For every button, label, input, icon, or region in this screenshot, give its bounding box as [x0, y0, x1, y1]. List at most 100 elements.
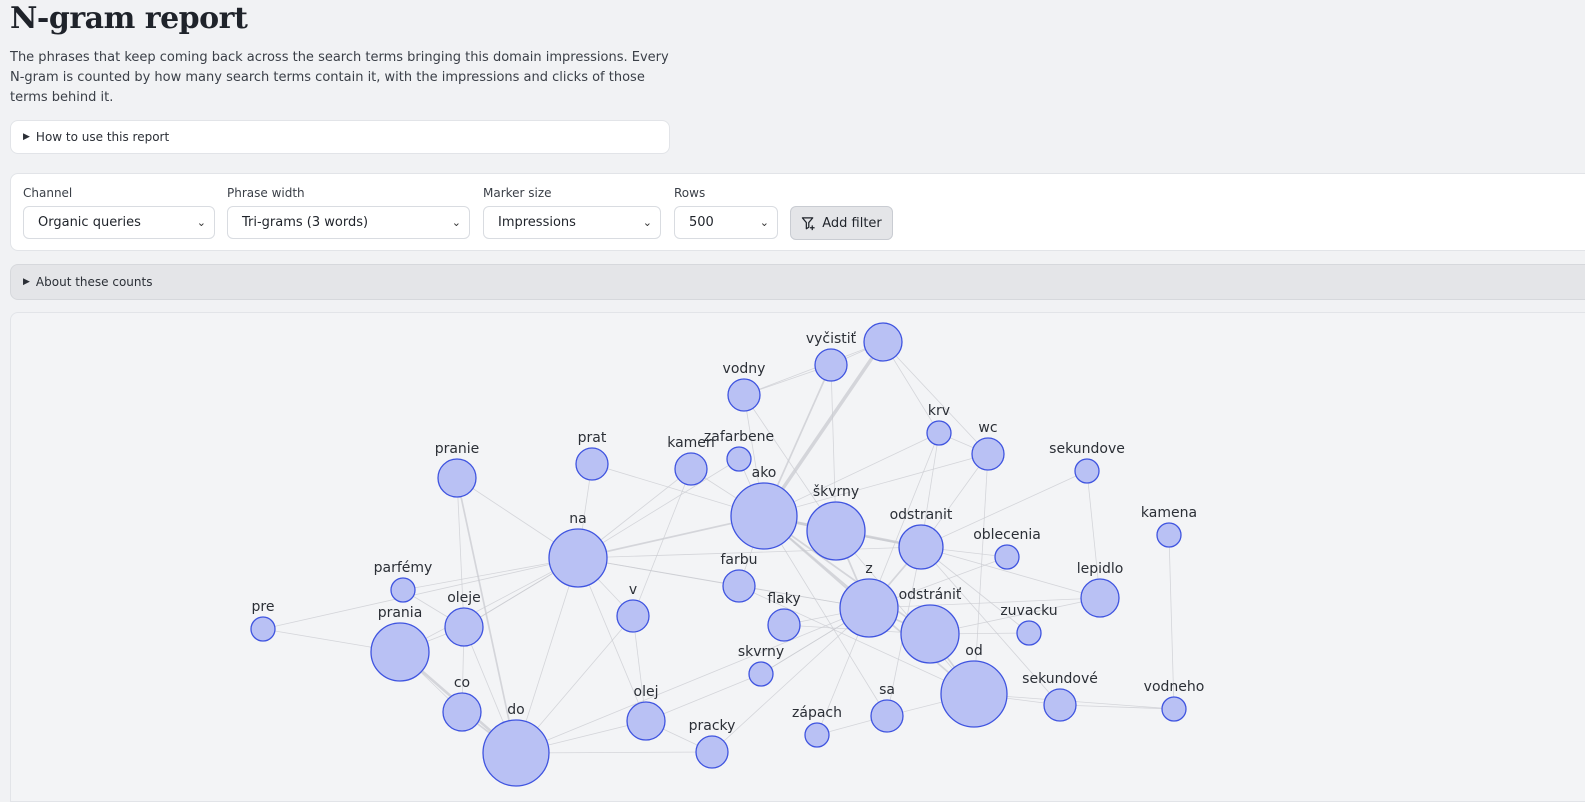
- report-controls: Channel Organic queries ⌄ Phrase width T…: [10, 173, 1585, 251]
- node-label: z: [865, 561, 872, 577]
- node-label: škvrny: [813, 484, 859, 500]
- graph-node[interactable]: olej: [626, 684, 666, 741]
- node-marker[interactable]: [626, 701, 666, 741]
- node-marker[interactable]: [1080, 578, 1120, 618]
- node-marker[interactable]: [898, 524, 944, 570]
- node-label: krv: [928, 403, 950, 419]
- node-marker[interactable]: [1156, 522, 1182, 548]
- graph-node[interactable]: sekundove: [1049, 441, 1125, 484]
- graph-node[interactable]: odstranit: [890, 507, 953, 570]
- node-marker[interactable]: [1043, 688, 1077, 722]
- graph-node[interactable]: zápach: [792, 705, 842, 748]
- node-marker[interactable]: [726, 446, 752, 472]
- node-marker[interactable]: [994, 544, 1020, 570]
- node-marker[interactable]: [839, 578, 899, 638]
- graph-node[interactable]: flaky: [767, 591, 801, 642]
- graph-node[interactable]: oblecenia: [973, 527, 1041, 570]
- about-counts-disclosure[interactable]: ▶ About these counts: [10, 264, 1585, 300]
- graph-node[interactable]: ako: [730, 465, 798, 550]
- node-marker[interactable]: [971, 437, 1005, 471]
- graph-node[interactable]: co: [442, 675, 482, 732]
- node-label: vyčistiť: [806, 331, 857, 347]
- node-marker[interactable]: [727, 378, 761, 412]
- rows-select[interactable]: 500 ⌄: [674, 206, 778, 239]
- graph-node[interactable]: oleje: [444, 590, 484, 647]
- graph-node[interactable]: do: [482, 702, 550, 787]
- graph-node[interactable]: skvrny: [738, 644, 784, 687]
- graph-node[interactable]: odstrániť: [899, 587, 962, 664]
- chevron-down-icon: ⌄: [642, 216, 652, 229]
- graph-node[interactable]: prat: [575, 430, 609, 481]
- node-marker[interactable]: [444, 607, 484, 647]
- node-marker[interactable]: [730, 482, 798, 550]
- graph-node[interactable]: kamena: [1141, 505, 1197, 548]
- node-marker[interactable]: [442, 692, 482, 732]
- node-marker[interactable]: [674, 452, 708, 486]
- graph-node[interactable]: pre: [250, 599, 276, 642]
- node-marker[interactable]: [1161, 696, 1187, 722]
- node-marker[interactable]: [926, 420, 952, 446]
- node-label: odstrániť: [899, 587, 962, 603]
- graph-node[interactable]: v: [616, 582, 650, 633]
- node-label: zuvacku: [1000, 603, 1057, 619]
- phrase-width-select[interactable]: Tri-grams (3 words) ⌄: [227, 206, 470, 239]
- node-marker[interactable]: [940, 660, 1008, 728]
- graph-node[interactable]: pranie: [435, 441, 480, 498]
- node-marker[interactable]: [482, 719, 550, 787]
- node-marker[interactable]: [616, 599, 650, 633]
- node-label: odstranit: [890, 507, 953, 523]
- node-label: prat: [578, 430, 607, 446]
- channel-select[interactable]: Organic queries ⌄: [23, 206, 215, 239]
- graph-node[interactable]: vodny: [723, 361, 766, 412]
- marker-size-select[interactable]: Impressions ⌄: [483, 206, 661, 239]
- graph-edge: [1059, 704, 1175, 710]
- node-marker[interactable]: [870, 699, 904, 733]
- channel-value: Organic queries: [38, 215, 141, 230]
- node-marker[interactable]: [1074, 458, 1100, 484]
- graph-node[interactable]: [863, 322, 903, 362]
- node-marker[interactable]: [722, 569, 756, 603]
- add-filter-label: Add filter: [822, 215, 882, 231]
- phrase-width-value: Tri-grams (3 words): [242, 215, 369, 230]
- graph-node[interactable]: sa: [870, 682, 904, 733]
- graph-node[interactable]: parfémy: [374, 560, 433, 603]
- how-to-use-label: How to use this report: [35, 130, 170, 144]
- node-marker[interactable]: [767, 608, 801, 642]
- channel-label: Channel: [23, 186, 73, 200]
- node-marker[interactable]: [575, 447, 609, 481]
- node-marker[interactable]: [804, 722, 830, 748]
- graph-node[interactable]: od: [940, 643, 1008, 728]
- node-marker[interactable]: [1016, 620, 1042, 646]
- add-filter-button[interactable]: Add filter: [790, 206, 893, 240]
- node-marker[interactable]: [250, 616, 276, 642]
- graph-node[interactable]: lepidlo: [1077, 561, 1124, 618]
- graph-node[interactable]: prania: [370, 605, 430, 682]
- node-marker[interactable]: [390, 577, 416, 603]
- node-marker[interactable]: [748, 661, 774, 687]
- graph-node[interactable]: zuvacku: [1000, 603, 1058, 646]
- graph-node[interactable]: z: [839, 561, 899, 638]
- graph-node[interactable]: vodneho: [1144, 679, 1205, 722]
- graph-node[interactable]: škvrny: [806, 484, 866, 561]
- node-marker[interactable]: [900, 604, 960, 664]
- node-marker[interactable]: [806, 501, 866, 561]
- graph-node[interactable]: farbu: [720, 552, 758, 603]
- node-marker[interactable]: [695, 735, 729, 769]
- node-marker[interactable]: [814, 348, 848, 382]
- graph-node[interactable]: pracky: [689, 718, 736, 769]
- graph-node[interactable]: vyčistiť: [806, 331, 857, 382]
- graph-node[interactable]: wc: [971, 420, 1005, 471]
- node-label: pre: [252, 599, 275, 615]
- node-label: na: [569, 511, 586, 527]
- how-to-use-disclosure[interactable]: ▶ How to use this report: [10, 120, 670, 154]
- node-marker[interactable]: [863, 322, 903, 362]
- graph-node[interactable]: sekundové: [1022, 671, 1098, 722]
- node-label: oleje: [447, 590, 481, 606]
- node-marker[interactable]: [548, 528, 608, 588]
- node-label: sekundove: [1049, 441, 1125, 457]
- graph-node[interactable]: krv: [926, 403, 952, 446]
- node-label: vodny: [723, 361, 766, 377]
- graph-node[interactable]: na: [548, 511, 608, 588]
- node-marker[interactable]: [437, 458, 477, 498]
- node-marker[interactable]: [370, 622, 430, 682]
